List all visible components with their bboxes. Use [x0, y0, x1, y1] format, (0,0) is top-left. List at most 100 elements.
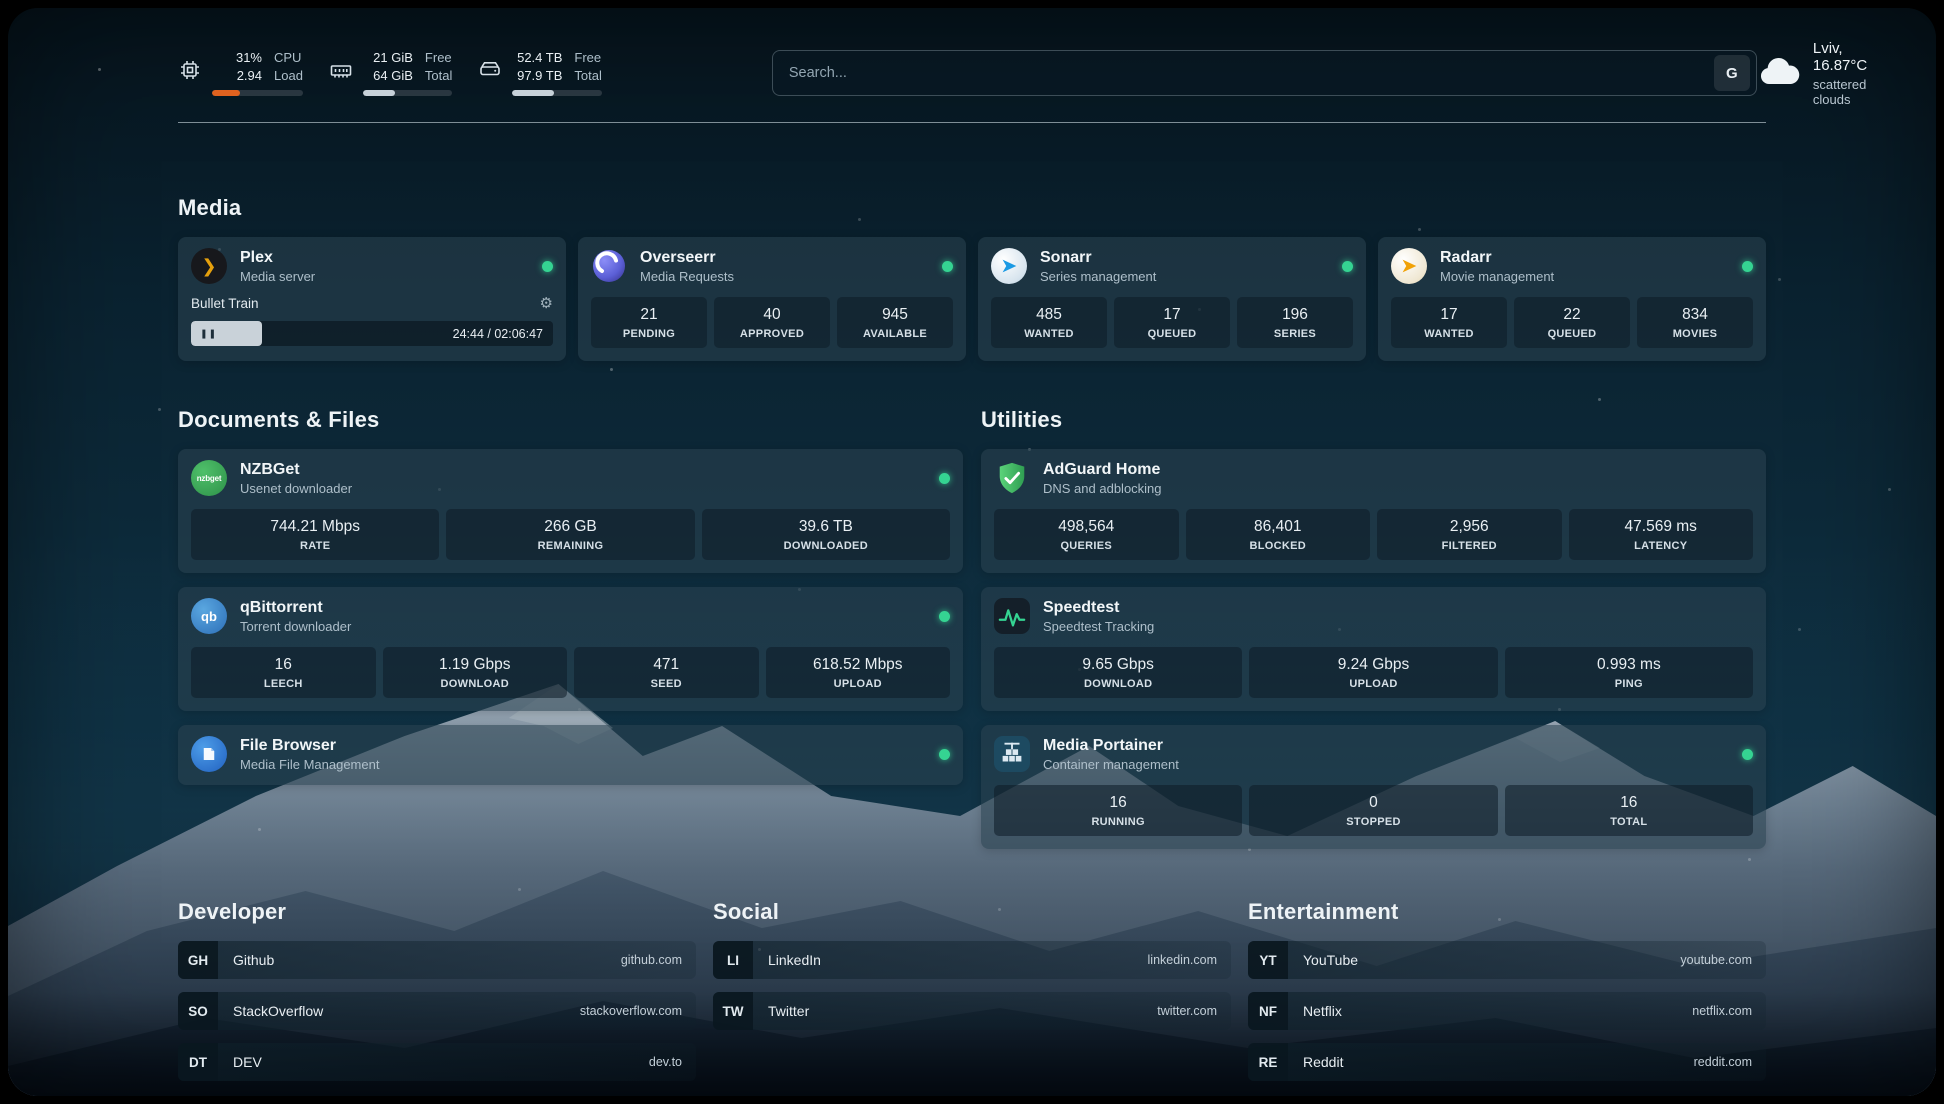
filebrowser-card[interactable]: File Browser Media File Management	[178, 725, 963, 785]
section-documents: Documents & Files nzbget NZBGet Usenet d…	[178, 407, 963, 849]
stat-total: 16TOTAL	[1505, 785, 1753, 836]
bookmark-twitter[interactable]: TW Twitter twitter.com	[713, 992, 1231, 1030]
topbar-divider	[178, 122, 1766, 123]
service-desc: Media Requests	[640, 269, 734, 284]
service-desc: Movie management	[1440, 269, 1554, 284]
section-title-developer: Developer	[178, 899, 696, 925]
playback-progress-bar[interactable]: ❚❚ 24:44 / 02:06:47	[191, 321, 553, 346]
bookmark-url: reddit.com	[1694, 1055, 1752, 1069]
cpu-widget: 31% 2.94 CPU Load	[178, 50, 303, 96]
bookmark-url: netflix.com	[1692, 1004, 1752, 1018]
cpu-bar	[212, 90, 303, 96]
disk-label-bottom: Total	[574, 68, 601, 83]
disk-free: 52.4 TB	[512, 50, 562, 65]
bookmark-reddit[interactable]: RE Reddit reddit.com	[1248, 1043, 1766, 1081]
bookmark-abbr: TW	[713, 992, 753, 1030]
overseerr-card[interactable]: Overseerr Media Requests 21PENDING 40APP…	[578, 237, 966, 361]
stat-download: 1.19 GbpsDOWNLOAD	[383, 647, 568, 698]
service-name: AdGuard Home	[1043, 461, 1162, 479]
settings-gear-icon[interactable]: ⚙	[540, 294, 553, 312]
bookmark-abbr: DT	[178, 1043, 218, 1081]
stat-leech: 16LEECH	[191, 647, 376, 698]
qbittorrent-icon: qb	[191, 598, 227, 634]
bookmark-github[interactable]: GH Github github.com	[178, 941, 696, 979]
radarr-icon	[1391, 248, 1427, 284]
memory-widget: 21 GiB 64 GiB Free Total	[329, 50, 452, 96]
stat-wanted: 17WANTED	[1391, 297, 1507, 348]
service-name: Sonarr	[1040, 249, 1156, 267]
bookmark-abbr: LI	[713, 941, 753, 979]
bookmark-name: StackOverflow	[233, 1003, 323, 1019]
memory-free: 21 GiB	[363, 50, 413, 65]
sonarr-card[interactable]: Sonarr Series management 485WANTED 17QUE…	[978, 237, 1366, 361]
stat-running: 16RUNNING	[994, 785, 1242, 836]
cloud-icon	[1757, 56, 1801, 90]
adguard-icon	[994, 460, 1030, 496]
bookmark-name: YouTube	[1303, 952, 1358, 968]
stat-queries: 498,564QUERIES	[994, 509, 1179, 560]
disk-widget: 52.4 TB 97.9 TB Free Total	[478, 50, 601, 96]
bookmark-abbr: SO	[178, 992, 218, 1030]
status-dot	[542, 261, 553, 272]
portainer-card[interactable]: Media Portainer Container management 16R…	[981, 725, 1766, 849]
memory-icon	[329, 58, 353, 82]
bookmark-abbr: GH	[178, 941, 218, 979]
service-name: Speedtest	[1043, 599, 1154, 617]
service-name: Plex	[240, 249, 315, 267]
overseerr-icon	[591, 248, 627, 284]
stat-ping: 0.993 msPING	[1505, 647, 1753, 698]
bookmark-youtube[interactable]: YT YouTube youtube.com	[1248, 941, 1766, 979]
service-desc: Usenet downloader	[240, 481, 352, 496]
plex-card[interactable]: ❯ Plex Media server Bullet Train ⚙ ❚❚	[178, 237, 566, 361]
weather-condition: scattered clouds	[1813, 77, 1867, 107]
portainer-icon	[994, 736, 1030, 772]
stat-remaining: 266 GBREMAINING	[446, 509, 694, 560]
service-name: Media Portainer	[1043, 737, 1179, 755]
cpu-load: 2.94	[212, 68, 262, 83]
search-input[interactable]	[789, 65, 1714, 81]
cpu-percent: 31%	[212, 50, 262, 65]
bookmark-name: Netflix	[1303, 1003, 1342, 1019]
qbittorrent-card[interactable]: qb qBittorrent Torrent downloader 16LEEC…	[178, 587, 963, 711]
bookmark-linkedin[interactable]: LI LinkedIn linkedin.com	[713, 941, 1231, 979]
service-desc: DNS and adblocking	[1043, 481, 1162, 496]
adguard-card[interactable]: AdGuard Home DNS and adblocking 498,564Q…	[981, 449, 1766, 573]
bookmark-abbr: NF	[1248, 992, 1288, 1030]
bookmark-url: linkedin.com	[1148, 953, 1217, 967]
cpu-icon	[178, 58, 202, 82]
stat-queued: 17QUEUED	[1114, 297, 1230, 348]
bookmark-abbr: YT	[1248, 941, 1288, 979]
weather-widget: Lviv, 16.87°C scattered clouds	[1757, 40, 1867, 107]
section-title-documents: Documents & Files	[178, 407, 963, 433]
service-desc: Media File Management	[240, 757, 379, 772]
bookmarks-entertainment: Entertainment YT YouTube youtube.com NF …	[1248, 899, 1766, 1081]
bookmark-netflix[interactable]: NF Netflix netflix.com	[1248, 992, 1766, 1030]
bookmark-url: stackoverflow.com	[580, 1004, 682, 1018]
stat-queued: 22QUEUED	[1514, 297, 1630, 348]
service-name: File Browser	[240, 737, 379, 755]
radarr-card[interactable]: Radarr Movie management 17WANTED 22QUEUE…	[1378, 237, 1766, 361]
disk-icon	[478, 58, 502, 82]
bookmark-url: twitter.com	[1157, 1004, 1217, 1018]
stat-upload: 9.24 GbpsUPLOAD	[1249, 647, 1497, 698]
stat-latency: 47.569 msLATENCY	[1569, 509, 1754, 560]
pause-icon[interactable]: ❚❚	[200, 328, 217, 339]
bookmark-dev[interactable]: DT DEV dev.to	[178, 1043, 696, 1081]
section-title-utilities: Utilities	[981, 407, 1766, 433]
stat-seed: 471SEED	[574, 647, 759, 698]
stat-movies: 834MOVIES	[1637, 297, 1753, 348]
service-name: qBittorrent	[240, 599, 351, 617]
status-dot	[1742, 749, 1753, 760]
speedtest-card[interactable]: Speedtest Speedtest Tracking 9.65 GbpsDO…	[981, 587, 1766, 711]
nzbget-icon: nzbget	[191, 460, 227, 496]
stat-available: 945AVAILABLE	[837, 297, 953, 348]
nzbget-card[interactable]: nzbget NZBGet Usenet downloader 744.21 M…	[178, 449, 963, 573]
disk-label-top: Free	[574, 50, 601, 65]
bookmark-stackoverflow[interactable]: SO StackOverflow stackoverflow.com	[178, 992, 696, 1030]
search-bar[interactable]: G	[772, 50, 1757, 96]
status-dot	[1742, 261, 1753, 272]
status-dot	[942, 261, 953, 272]
search-provider-button[interactable]: G	[1714, 55, 1750, 91]
bookmark-name: Twitter	[768, 1003, 809, 1019]
now-playing-title: Bullet Train	[191, 296, 259, 311]
